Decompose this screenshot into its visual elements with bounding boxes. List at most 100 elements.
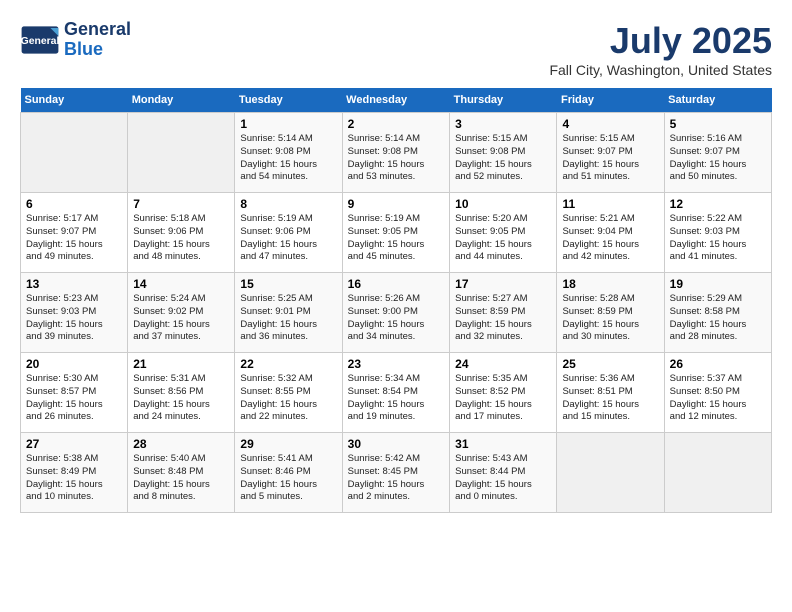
day-info: Sunrise: 5:17 AM Sunset: 9:07 PM Dayligh… [26,213,122,264]
week-row-3: 13 Sunrise: 5:23 AM Sunset: 9:03 PM Dayli… [21,273,772,353]
day-info: Sunrise: 5:41 AM Sunset: 8:46 PM Dayligh… [240,453,336,504]
day-info: Sunrise: 5:30 AM Sunset: 8:57 PM Dayligh… [26,373,122,424]
day-number: 2 [348,117,444,131]
day-cell: 15 Sunrise: 5:25 AM Sunset: 9:01 PM Dayli… [235,273,342,353]
day-cell: 3 Sunrise: 5:15 AM Sunset: 9:08 PM Daylig… [450,113,557,193]
day-number: 18 [562,277,658,291]
day-number: 23 [348,357,444,371]
day-number: 30 [348,437,444,451]
day-cell: 1 Sunrise: 5:14 AM Sunset: 9:08 PM Daylig… [235,113,342,193]
week-row-2: 6 Sunrise: 5:17 AM Sunset: 9:07 PM Daylig… [21,193,772,273]
header-cell-saturday: Saturday [664,88,771,113]
week-row-5: 27 Sunrise: 5:38 AM Sunset: 8:49 PM Dayli… [21,433,772,513]
day-number: 12 [670,197,766,211]
day-info: Sunrise: 5:20 AM Sunset: 9:05 PM Dayligh… [455,213,551,264]
day-cell: 27 Sunrise: 5:38 AM Sunset: 8:49 PM Dayli… [21,433,128,513]
month-title: July 2025 [549,20,772,62]
header-cell-thursday: Thursday [450,88,557,113]
day-cell: 2Sunrise: 5:14 AM Sunset: 9:08 PM Daylig… [342,113,449,193]
day-number: 4 [562,117,658,131]
day-cell: 20 Sunrise: 5:30 AM Sunset: 8:57 PM Dayli… [21,353,128,433]
day-number: 19 [670,277,766,291]
day-cell: 29 Sunrise: 5:41 AM Sunset: 8:46 PM Dayli… [235,433,342,513]
day-number: 24 [455,357,551,371]
day-cell [21,113,128,193]
header-cell-sunday: Sunday [21,88,128,113]
day-info: Sunrise: 5:36 AM Sunset: 8:51 PM Dayligh… [562,373,658,424]
week-row-1: 1 Sunrise: 5:14 AM Sunset: 9:08 PM Daylig… [21,113,772,193]
day-info: Sunrise: 5:37 AM Sunset: 8:50 PM Dayligh… [670,373,766,424]
day-number: 28 [133,437,229,451]
day-cell: 19Sunrise: 5:29 AM Sunset: 8:58 PM Dayli… [664,273,771,353]
day-cell: 18Sunrise: 5:28 AM Sunset: 8:59 PM Dayli… [557,273,664,353]
day-info: Sunrise: 5:35 AM Sunset: 8:52 PM Dayligh… [455,373,551,424]
location: Fall City, Washington, United States [549,62,772,78]
day-cell: 24 Sunrise: 5:35 AM Sunset: 8:52 PM Dayli… [450,353,557,433]
day-info: Sunrise: 5:38 AM Sunset: 8:49 PM Dayligh… [26,453,122,504]
day-number: 13 [26,277,122,291]
day-cell: 6 Sunrise: 5:17 AM Sunset: 9:07 PM Daylig… [21,193,128,273]
title-section: July 2025 Fall City, Washington, United … [549,20,772,78]
day-number: 21 [133,357,229,371]
day-cell: 16Sunrise: 5:26 AM Sunset: 9:00 PM Dayli… [342,273,449,353]
day-cell: 4 Sunrise: 5:15 AM Sunset: 9:07 PM Daylig… [557,113,664,193]
calendar-table: SundayMondayTuesdayWednesdayThursdayFrid… [20,88,772,513]
day-info: Sunrise: 5:15 AM Sunset: 9:08 PM Dayligh… [455,133,551,184]
week-row-4: 20 Sunrise: 5:30 AM Sunset: 8:57 PM Dayli… [21,353,772,433]
day-cell: 10 Sunrise: 5:20 AM Sunset: 9:05 PM Dayli… [450,193,557,273]
day-info: Sunrise: 5:31 AM Sunset: 8:56 PM Dayligh… [133,373,229,424]
day-info: Sunrise: 5:15 AM Sunset: 9:07 PM Dayligh… [562,133,658,184]
day-info: Sunrise: 5:26 AM Sunset: 9:00 PM Dayligh… [348,293,444,344]
calendar-header: SundayMondayTuesdayWednesdayThursdayFrid… [21,88,772,113]
day-cell: 9 Sunrise: 5:19 AM Sunset: 9:05 PM Daylig… [342,193,449,273]
day-number: 20 [26,357,122,371]
day-number: 25 [562,357,658,371]
page-header: General General Blue July 2025 Fall City… [20,20,772,78]
day-cell: 11 Sunrise: 5:21 AM Sunset: 9:04 PM Dayli… [557,193,664,273]
day-cell: 26 Sunrise: 5:37 AM Sunset: 8:50 PM Dayli… [664,353,771,433]
day-info: Sunrise: 5:19 AM Sunset: 9:06 PM Dayligh… [240,213,336,264]
day-number: 10 [455,197,551,211]
day-number: 17 [455,277,551,291]
calendar-body: 1 Sunrise: 5:14 AM Sunset: 9:08 PM Daylig… [21,113,772,513]
day-number: 15 [240,277,336,291]
day-number: 14 [133,277,229,291]
day-number: 31 [455,437,551,451]
day-cell: 25 Sunrise: 5:36 AM Sunset: 8:51 PM Dayli… [557,353,664,433]
day-number: 8 [240,197,336,211]
day-cell: 7 Sunrise: 5:18 AM Sunset: 9:06 PM Daylig… [128,193,235,273]
day-cell: 13 Sunrise: 5:23 AM Sunset: 9:03 PM Dayli… [21,273,128,353]
day-info: Sunrise: 5:16 AM Sunset: 9:07 PM Dayligh… [670,133,766,184]
day-number: 7 [133,197,229,211]
day-number: 11 [562,197,658,211]
day-cell: 31 Sunrise: 5:43 AM Sunset: 8:44 PM Dayli… [450,433,557,513]
day-number: 1 [240,117,336,131]
day-info: Sunrise: 5:25 AM Sunset: 9:01 PM Dayligh… [240,293,336,344]
day-info: Sunrise: 5:18 AM Sunset: 9:06 PM Dayligh… [133,213,229,264]
logo-icon: General [20,20,60,60]
day-number: 22 [240,357,336,371]
day-info: Sunrise: 5:14 AM Sunset: 9:08 PM Dayligh… [240,133,336,184]
day-info: Sunrise: 5:21 AM Sunset: 9:04 PM Dayligh… [562,213,658,264]
day-number: 26 [670,357,766,371]
day-cell: 30 Sunrise: 5:42 AM Sunset: 8:45 PM Dayli… [342,433,449,513]
day-cell: 5 Sunrise: 5:16 AM Sunset: 9:07 PM Daylig… [664,113,771,193]
day-cell [557,433,664,513]
logo-text: General Blue [64,20,131,60]
header-cell-friday: Friday [557,88,664,113]
day-info: Sunrise: 5:34 AM Sunset: 8:54 PM Dayligh… [348,373,444,424]
day-cell [128,113,235,193]
day-number: 29 [240,437,336,451]
day-cell: 28 Sunrise: 5:40 AM Sunset: 8:48 PM Dayli… [128,433,235,513]
day-number: 5 [670,117,766,131]
day-number: 9 [348,197,444,211]
day-number: 6 [26,197,122,211]
day-info: Sunrise: 5:40 AM Sunset: 8:48 PM Dayligh… [133,453,229,504]
day-info: Sunrise: 5:23 AM Sunset: 9:03 PM Dayligh… [26,293,122,344]
day-info: Sunrise: 5:42 AM Sunset: 8:45 PM Dayligh… [348,453,444,504]
header-cell-wednesday: Wednesday [342,88,449,113]
day-number: 3 [455,117,551,131]
day-number: 27 [26,437,122,451]
day-info: Sunrise: 5:19 AM Sunset: 9:05 PM Dayligh… [348,213,444,264]
day-info: Sunrise: 5:43 AM Sunset: 8:44 PM Dayligh… [455,453,551,504]
